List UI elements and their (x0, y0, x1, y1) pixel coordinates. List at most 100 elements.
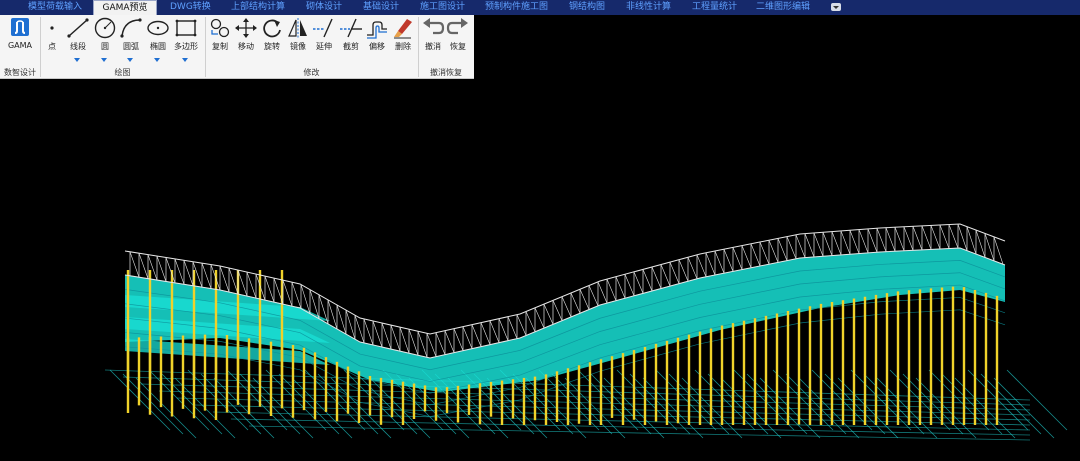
truss-diagonal (858, 229, 869, 254)
truss-diagonal (606, 278, 617, 301)
truss-diagonal (381, 322, 392, 350)
tab-gama-preview[interactable]: GAMA预览 (93, 0, 157, 15)
truss-diagonal (264, 276, 275, 303)
polygon-icon (174, 17, 198, 39)
truss-diagonal (543, 303, 554, 325)
ribbon-panel: GAMA 点 线段 圆 圆弧 椭圆 多边形 复制 移动 旋转 镜像 延伸 截剪 … (0, 15, 474, 79)
truss-diagonal (993, 236, 1004, 265)
truss-diagonal (768, 240, 779, 263)
tab-dwg-convert[interactable]: DWG转换 (170, 0, 211, 15)
grid-line (200, 373, 262, 435)
tab-superstructure-calc[interactable]: 上部结构计算 (231, 0, 285, 15)
chevron-down-icon[interactable] (101, 58, 107, 62)
truss-diagonal (930, 225, 941, 250)
truss-diagonal (777, 238, 788, 261)
group-label-smart-design: 数智设计 (4, 68, 36, 77)
truss-diagonal (507, 316, 518, 339)
truss-diagonal (579, 289, 590, 310)
polygon-tool-button[interactable]: 多边形 (172, 17, 200, 67)
tab-precast-drawing[interactable]: 预制构件施工图 (485, 0, 548, 15)
truss-diagonal (723, 249, 734, 272)
grid-line (140, 383, 1031, 411)
truss-diagonal (660, 264, 671, 287)
truss-diagonal (831, 231, 842, 256)
truss-diagonal (219, 265, 230, 293)
tab-foundation-design[interactable]: 基础设计 (363, 0, 399, 15)
ellipse-icon (146, 17, 170, 39)
truss-diagonal (552, 300, 563, 321)
grid-line (122, 373, 184, 435)
truss-diagonal (948, 224, 959, 249)
slab-band (125, 248, 1005, 392)
truss-diagonal (939, 224, 950, 249)
tool-label: GAMA (7, 41, 33, 50)
tab-model-load-input[interactable]: 模型荷载输入 (28, 0, 82, 15)
truss-diagonal (156, 255, 167, 282)
truss-diagonal (966, 226, 977, 255)
move-icon (234, 17, 258, 39)
truss-diagonal (426, 333, 437, 357)
truss-diagonal (201, 263, 212, 289)
truss-diagonal (534, 307, 545, 329)
circle-icon (93, 17, 117, 39)
truss-diagonal (372, 320, 383, 348)
chevron-down-icon[interactable] (154, 58, 160, 62)
tab-2d-graphic-edit[interactable]: 二维图形编辑 (756, 0, 810, 15)
group-label-modify: 修改 (303, 68, 320, 77)
truss-diagonal (705, 252, 716, 276)
truss-diagonal (615, 276, 626, 299)
ribbon-tab-bar: 模型荷载输入 GAMA预览 DWG转换 上部结构计算 砌体设计 基础设计 施工图… (0, 0, 1080, 15)
truss-diagonal (462, 326, 473, 349)
tab-construction-drawing[interactable]: 施工图设计 (420, 0, 465, 15)
undo-icon (421, 17, 445, 39)
chevron-down-icon[interactable] (127, 58, 133, 62)
truss-diagonal (246, 271, 257, 299)
truss-diagonal (597, 281, 608, 304)
tab-masonry-design[interactable]: 砌体设计 (306, 0, 342, 15)
truss-diagonal (651, 266, 662, 289)
group-label-undo-redo: 撤消恢复 (430, 68, 462, 77)
truss-diagonal (174, 258, 185, 285)
truss-diagonal (876, 228, 887, 252)
model-viewport[interactable] (0, 80, 1080, 461)
truss-diagonal (912, 226, 923, 251)
point-icon (40, 17, 64, 39)
truss-diagonal (435, 332, 446, 355)
tab-nonlinear-calc[interactable]: 非线性计算 (626, 0, 671, 15)
truss-diagonal (669, 261, 680, 284)
truss-diagonal (741, 245, 752, 268)
truss-diagonal (444, 330, 455, 353)
truss-diagonal (129, 251, 140, 278)
extend-icon (312, 17, 336, 39)
truss-diagonal (354, 315, 365, 344)
truss-diagonal (165, 257, 176, 283)
chevron-down-icon[interactable] (182, 58, 188, 62)
gama-logo-icon (8, 17, 32, 39)
redo-button[interactable]: 恢复 (444, 17, 472, 67)
truss-diagonal (903, 226, 914, 251)
truss-diagonal (885, 227, 896, 252)
truss-diagonal (849, 230, 860, 254)
ribbon-collapse-button[interactable] (831, 3, 841, 11)
truss-diagonal (840, 230, 851, 255)
tab-quantity-stats[interactable]: 工程量统计 (692, 0, 737, 15)
truss-diagonal (822, 232, 833, 256)
truss-diagonal (687, 257, 698, 279)
tab-steel-structure[interactable]: 钢结构图 (569, 0, 605, 15)
truss-diagonal (957, 224, 968, 251)
structural-model-3d (104, 223, 1068, 441)
truss-diagonal (417, 331, 428, 358)
truss-diagonal (588, 285, 599, 306)
truss-diagonal (786, 236, 797, 259)
truss-diagonal (696, 254, 707, 277)
truss-diagonal (516, 314, 527, 336)
truss-diagonal (291, 282, 302, 309)
truss-diagonal (390, 324, 401, 352)
truss-diagonal (471, 324, 482, 347)
rotate-icon (260, 17, 284, 39)
gama-button[interactable]: GAMA (6, 17, 34, 67)
truss-diagonal (795, 234, 806, 258)
truss-diagonal (570, 292, 581, 314)
chevron-down-icon[interactable] (74, 58, 80, 62)
delete-tool-button[interactable]: 删除 (389, 17, 417, 67)
